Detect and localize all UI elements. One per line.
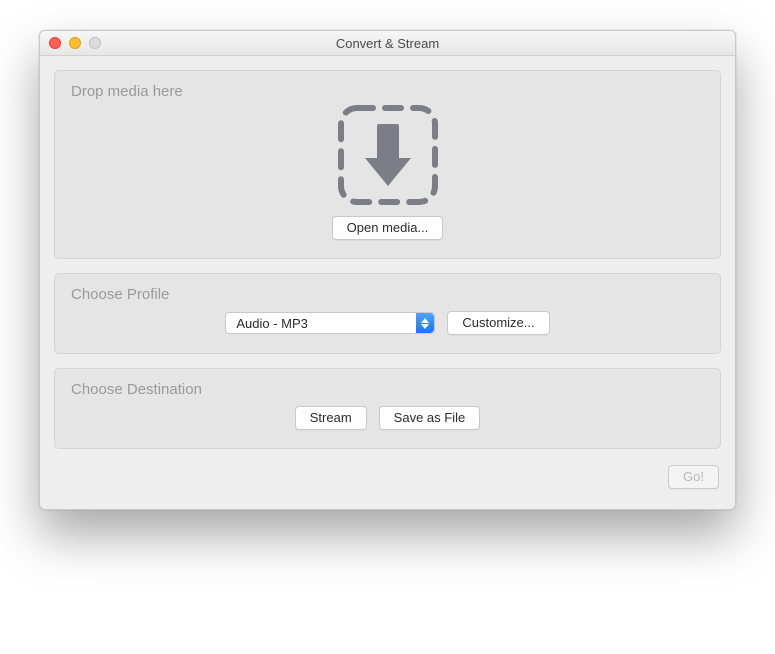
- footer: Go!: [54, 463, 721, 495]
- window-controls: [49, 37, 101, 49]
- dropzone[interactable]: [335, 102, 441, 208]
- choose-profile-heading: Choose Profile: [71, 286, 706, 303]
- choose-destination-panel: Choose Destination Stream Save as File: [54, 368, 721, 449]
- drop-media-heading: Drop media here: [71, 83, 706, 100]
- customize-profile-button[interactable]: Customize...: [447, 311, 549, 335]
- save-as-file-button[interactable]: Save as File: [379, 406, 481, 430]
- open-media-button[interactable]: Open media...: [332, 216, 444, 240]
- close-window-button[interactable]: [49, 37, 61, 49]
- stream-button[interactable]: Stream: [295, 406, 367, 430]
- choose-profile-panel: Choose Profile Audio - MP3 Customize...: [54, 273, 721, 354]
- zoom-window-button[interactable]: [89, 37, 101, 49]
- window: Convert & Stream Drop media here Open me…: [39, 30, 736, 510]
- profile-select-value: Audio - MP3: [236, 316, 308, 331]
- select-stepper-icon: [416, 313, 434, 333]
- titlebar: Convert & Stream: [40, 31, 735, 56]
- choose-destination-heading: Choose Destination: [71, 381, 706, 398]
- minimize-window-button[interactable]: [69, 37, 81, 49]
- go-button[interactable]: Go!: [668, 465, 719, 489]
- drop-arrow-icon: [335, 102, 441, 208]
- window-title: Convert & Stream: [336, 36, 439, 51]
- dropzone-area[interactable]: Open media...: [69, 100, 706, 240]
- window-content: Drop media here Open media... Choose Pro…: [40, 56, 735, 509]
- drop-media-panel: Drop media here Open media...: [54, 70, 721, 259]
- profile-select[interactable]: Audio - MP3: [225, 312, 435, 334]
